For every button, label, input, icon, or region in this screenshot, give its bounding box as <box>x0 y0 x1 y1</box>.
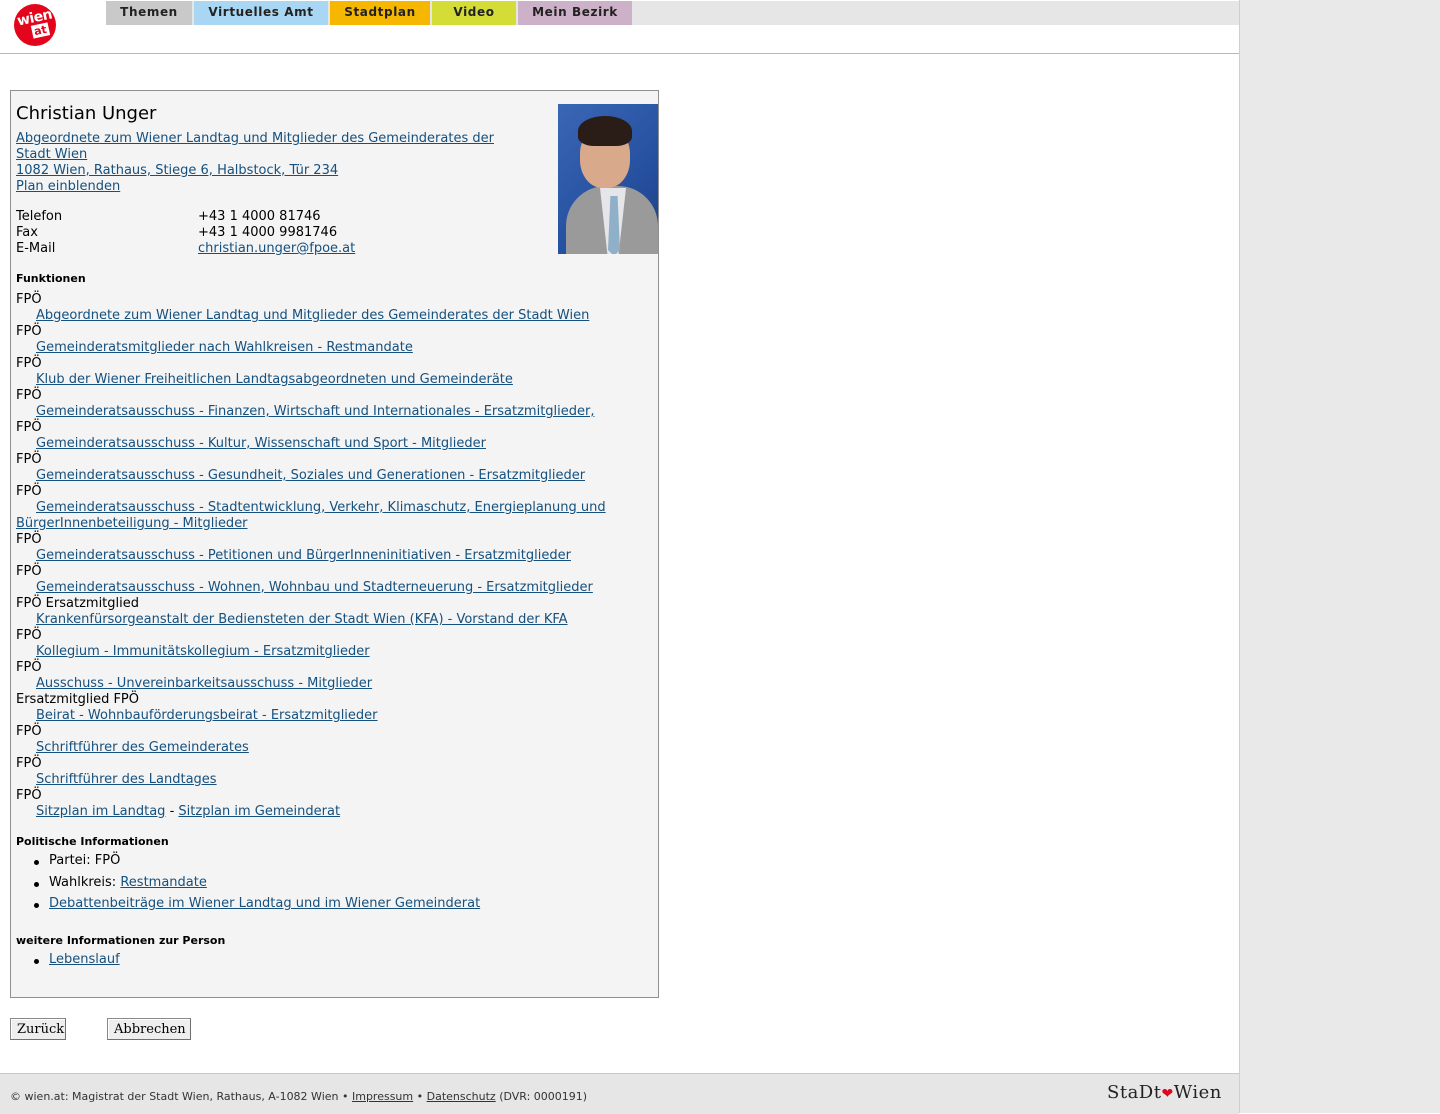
function-link[interactable]: Schriftführer des Gemeinderates <box>36 740 249 755</box>
footer-bullet: • <box>416 1090 424 1103</box>
email-link[interactable]: christian.unger@fpoe.at <box>198 241 355 256</box>
weitere-heading: weitere Informationen zur Person <box>16 934 226 947</box>
funktionen-heading: Funktionen <box>16 272 86 285</box>
tab-video[interactable]: Video <box>432 1 516 25</box>
person-name: Christian Unger <box>16 103 157 124</box>
tab-mein-bezirk[interactable]: Mein Bezirk <box>518 1 632 25</box>
party-label: FPÖ Ersatzmitglied <box>16 596 139 611</box>
function-link[interactable]: Gemeinderatsausschuss - Gesundheit, Sozi… <box>36 468 585 483</box>
party-label: FPÖ <box>16 356 42 371</box>
tab-themen[interactable]: Themen <box>106 1 192 25</box>
party-label: FPÖ <box>16 724 42 739</box>
brand-left: StaDt <box>1107 1082 1162 1103</box>
person-photo <box>558 104 658 254</box>
heart-icon: ❤ <box>1161 1086 1174 1102</box>
function-link[interactable]: Abgeordnete zum Wiener Landtag und Mitgl… <box>36 308 589 323</box>
party-label: FPÖ <box>16 292 42 307</box>
tab-virtuelles-amt[interactable]: Virtuelles Amt <box>194 1 328 25</box>
footer-copyright: © wien.at: Magistrat der Stadt Wien, Rat… <box>10 1090 349 1103</box>
function-link[interactable]: Gemeinderatsausschuss - Stadtentwicklung… <box>36 500 606 515</box>
partei-item: Partei: FPÖ <box>33 853 121 868</box>
stadt-wien-logo[interactable]: StaDt❤Wien <box>1107 1082 1222 1103</box>
function-link[interactable]: Krankenfürsorgeanstalt der Bediensteten … <box>36 612 568 627</box>
party-label: FPÖ <box>16 420 42 435</box>
party-label: FPÖ <box>16 388 42 403</box>
function-link[interactable]: Gemeinderatsausschuss - Wohnen, Wohnbau … <box>36 580 593 595</box>
brand-right: Wien <box>1173 1082 1222 1103</box>
site-header: wien at Themen Virtuelles Amt Stadtplan … <box>0 0 1239 54</box>
cancel-button[interactable]: Abbrechen <box>107 1018 191 1040</box>
function-link-line2[interactable]: BürgerInnenbeteiligung - Mitglieder <box>16 516 248 531</box>
impressum-link[interactable]: Impressum <box>352 1090 413 1103</box>
party-label: FPÖ <box>16 788 42 803</box>
footer-dvr: (DVR: 0000191) <box>499 1090 588 1103</box>
function-link[interactable]: Gemeinderatsausschuss - Kultur, Wissensc… <box>36 436 486 451</box>
sitzplan-landtag-link[interactable]: Sitzplan im Landtag <box>36 804 165 819</box>
function-link[interactable]: Beirat - Wohnbauförderungsbeirat - Ersat… <box>36 708 378 723</box>
function-link[interactable]: Gemeinderatsmitglieder nach Wahlkreisen … <box>36 340 413 355</box>
footer-text: © wien.at: Magistrat der Stadt Wien, Rat… <box>10 1090 587 1103</box>
fax-value: +43 1 4000 9981746 <box>198 225 338 240</box>
address-link[interactable]: 1082 Wien, Rathaus, Stiege 6, Halbstock,… <box>16 163 338 178</box>
logo-text-at: at <box>30 22 50 39</box>
role-link[interactable]: Abgeordnete zum Wiener Landtag und Mitgl… <box>16 131 494 146</box>
lebenslauf-link[interactable]: Lebenslauf <box>34 952 120 967</box>
party-label: FPÖ <box>16 564 42 579</box>
sitzplan-row: Sitzplan im Landtag - Sitzplan im Gemein… <box>36 804 340 819</box>
function-link[interactable]: Schriftführer des Landtages <box>36 772 217 787</box>
politisch-heading: Politische Informationen <box>16 835 169 848</box>
role-link-line2[interactable]: Stadt Wien <box>16 147 87 162</box>
sitzplan-separator: - <box>169 804 175 819</box>
debatten-link[interactable]: Debattenbeiträge im Wiener Landtag und i… <box>33 896 480 911</box>
person-card: Christian Unger Abgeordnete zum Wiener L… <box>10 90 659 998</box>
wahlkreis-item: Wahlkreis: Restmandate <box>34 875 207 890</box>
phone-value: +43 1 4000 81746 <box>198 209 321 224</box>
footer: © wien.at: Magistrat der Stadt Wien, Rat… <box>0 1073 1239 1114</box>
wahlkreis-link[interactable]: Restmandate <box>120 875 207 890</box>
function-link[interactable]: Klub der Wiener Freiheitlichen Landtagsa… <box>36 372 513 387</box>
wahlkreis-label: Wahlkreis: <box>49 875 117 890</box>
function-link[interactable]: Gemeinderatsausschuss - Finanzen, Wirtsc… <box>36 404 595 419</box>
sitzplan-gemeinderat-link[interactable]: Sitzplan im Gemeinderat <box>178 804 340 819</box>
party-label: FPÖ <box>16 660 42 675</box>
party-label: FPÖ <box>16 452 42 467</box>
function-link[interactable]: Ausschuss - Unvereinbarkeitsausschuss - … <box>36 676 372 691</box>
right-gutter <box>1239 0 1440 1113</box>
function-link[interactable]: Kollegium - Immunitätskollegium - Ersatz… <box>36 644 370 659</box>
party-label: Ersatzmitglied FPÖ <box>16 692 139 707</box>
party-label: FPÖ <box>16 532 42 547</box>
party-label: FPÖ <box>16 484 42 499</box>
party-label: FPÖ <box>16 628 42 643</box>
phone-label: Telefon <box>16 209 63 224</box>
function-link[interactable]: Gemeinderatsausschuss - Petitionen und B… <box>36 548 571 563</box>
fax-label: Fax <box>16 225 38 240</box>
party-label: FPÖ <box>16 324 42 339</box>
email-label: E-Mail <box>16 241 56 256</box>
back-button[interactable]: Zurück <box>10 1018 66 1040</box>
datenschutz-link[interactable]: Datenschutz <box>427 1090 496 1103</box>
party-label: FPÖ <box>16 756 42 771</box>
wien-at-logo[interactable]: wien at <box>14 4 56 46</box>
tab-stadtplan[interactable]: Stadtplan <box>330 1 430 25</box>
plan-link[interactable]: Plan einblenden <box>16 179 120 194</box>
